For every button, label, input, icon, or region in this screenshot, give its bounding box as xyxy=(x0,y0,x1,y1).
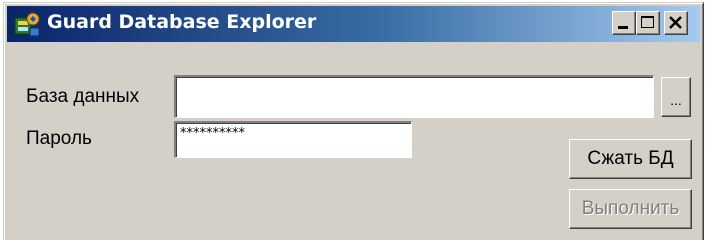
password-value: ********** xyxy=(180,126,245,141)
window-title: Guard Database Explorer xyxy=(47,11,317,33)
minimize-icon xyxy=(618,26,628,29)
main-window: Guard Database Explorer База данных ... … xyxy=(3,2,704,240)
execute-button[interactable]: Выполнить xyxy=(569,189,692,229)
minimize-button[interactable] xyxy=(612,11,636,35)
database-path-input[interactable] xyxy=(174,75,654,118)
password-input[interactable]: ********** xyxy=(174,121,412,158)
browse-database-button[interactable]: ... xyxy=(661,77,691,117)
database-explorer-app-icon xyxy=(13,10,41,38)
maximize-button[interactable] xyxy=(636,11,660,35)
database-label: База данных xyxy=(26,86,140,107)
close-button[interactable] xyxy=(664,11,688,35)
password-label: Пароль xyxy=(26,128,92,149)
compress-database-button[interactable]: Сжать БД xyxy=(569,139,692,179)
maximize-icon xyxy=(641,16,654,28)
close-icon xyxy=(669,16,682,29)
title-bar[interactable]: Guard Database Explorer xyxy=(7,6,700,42)
